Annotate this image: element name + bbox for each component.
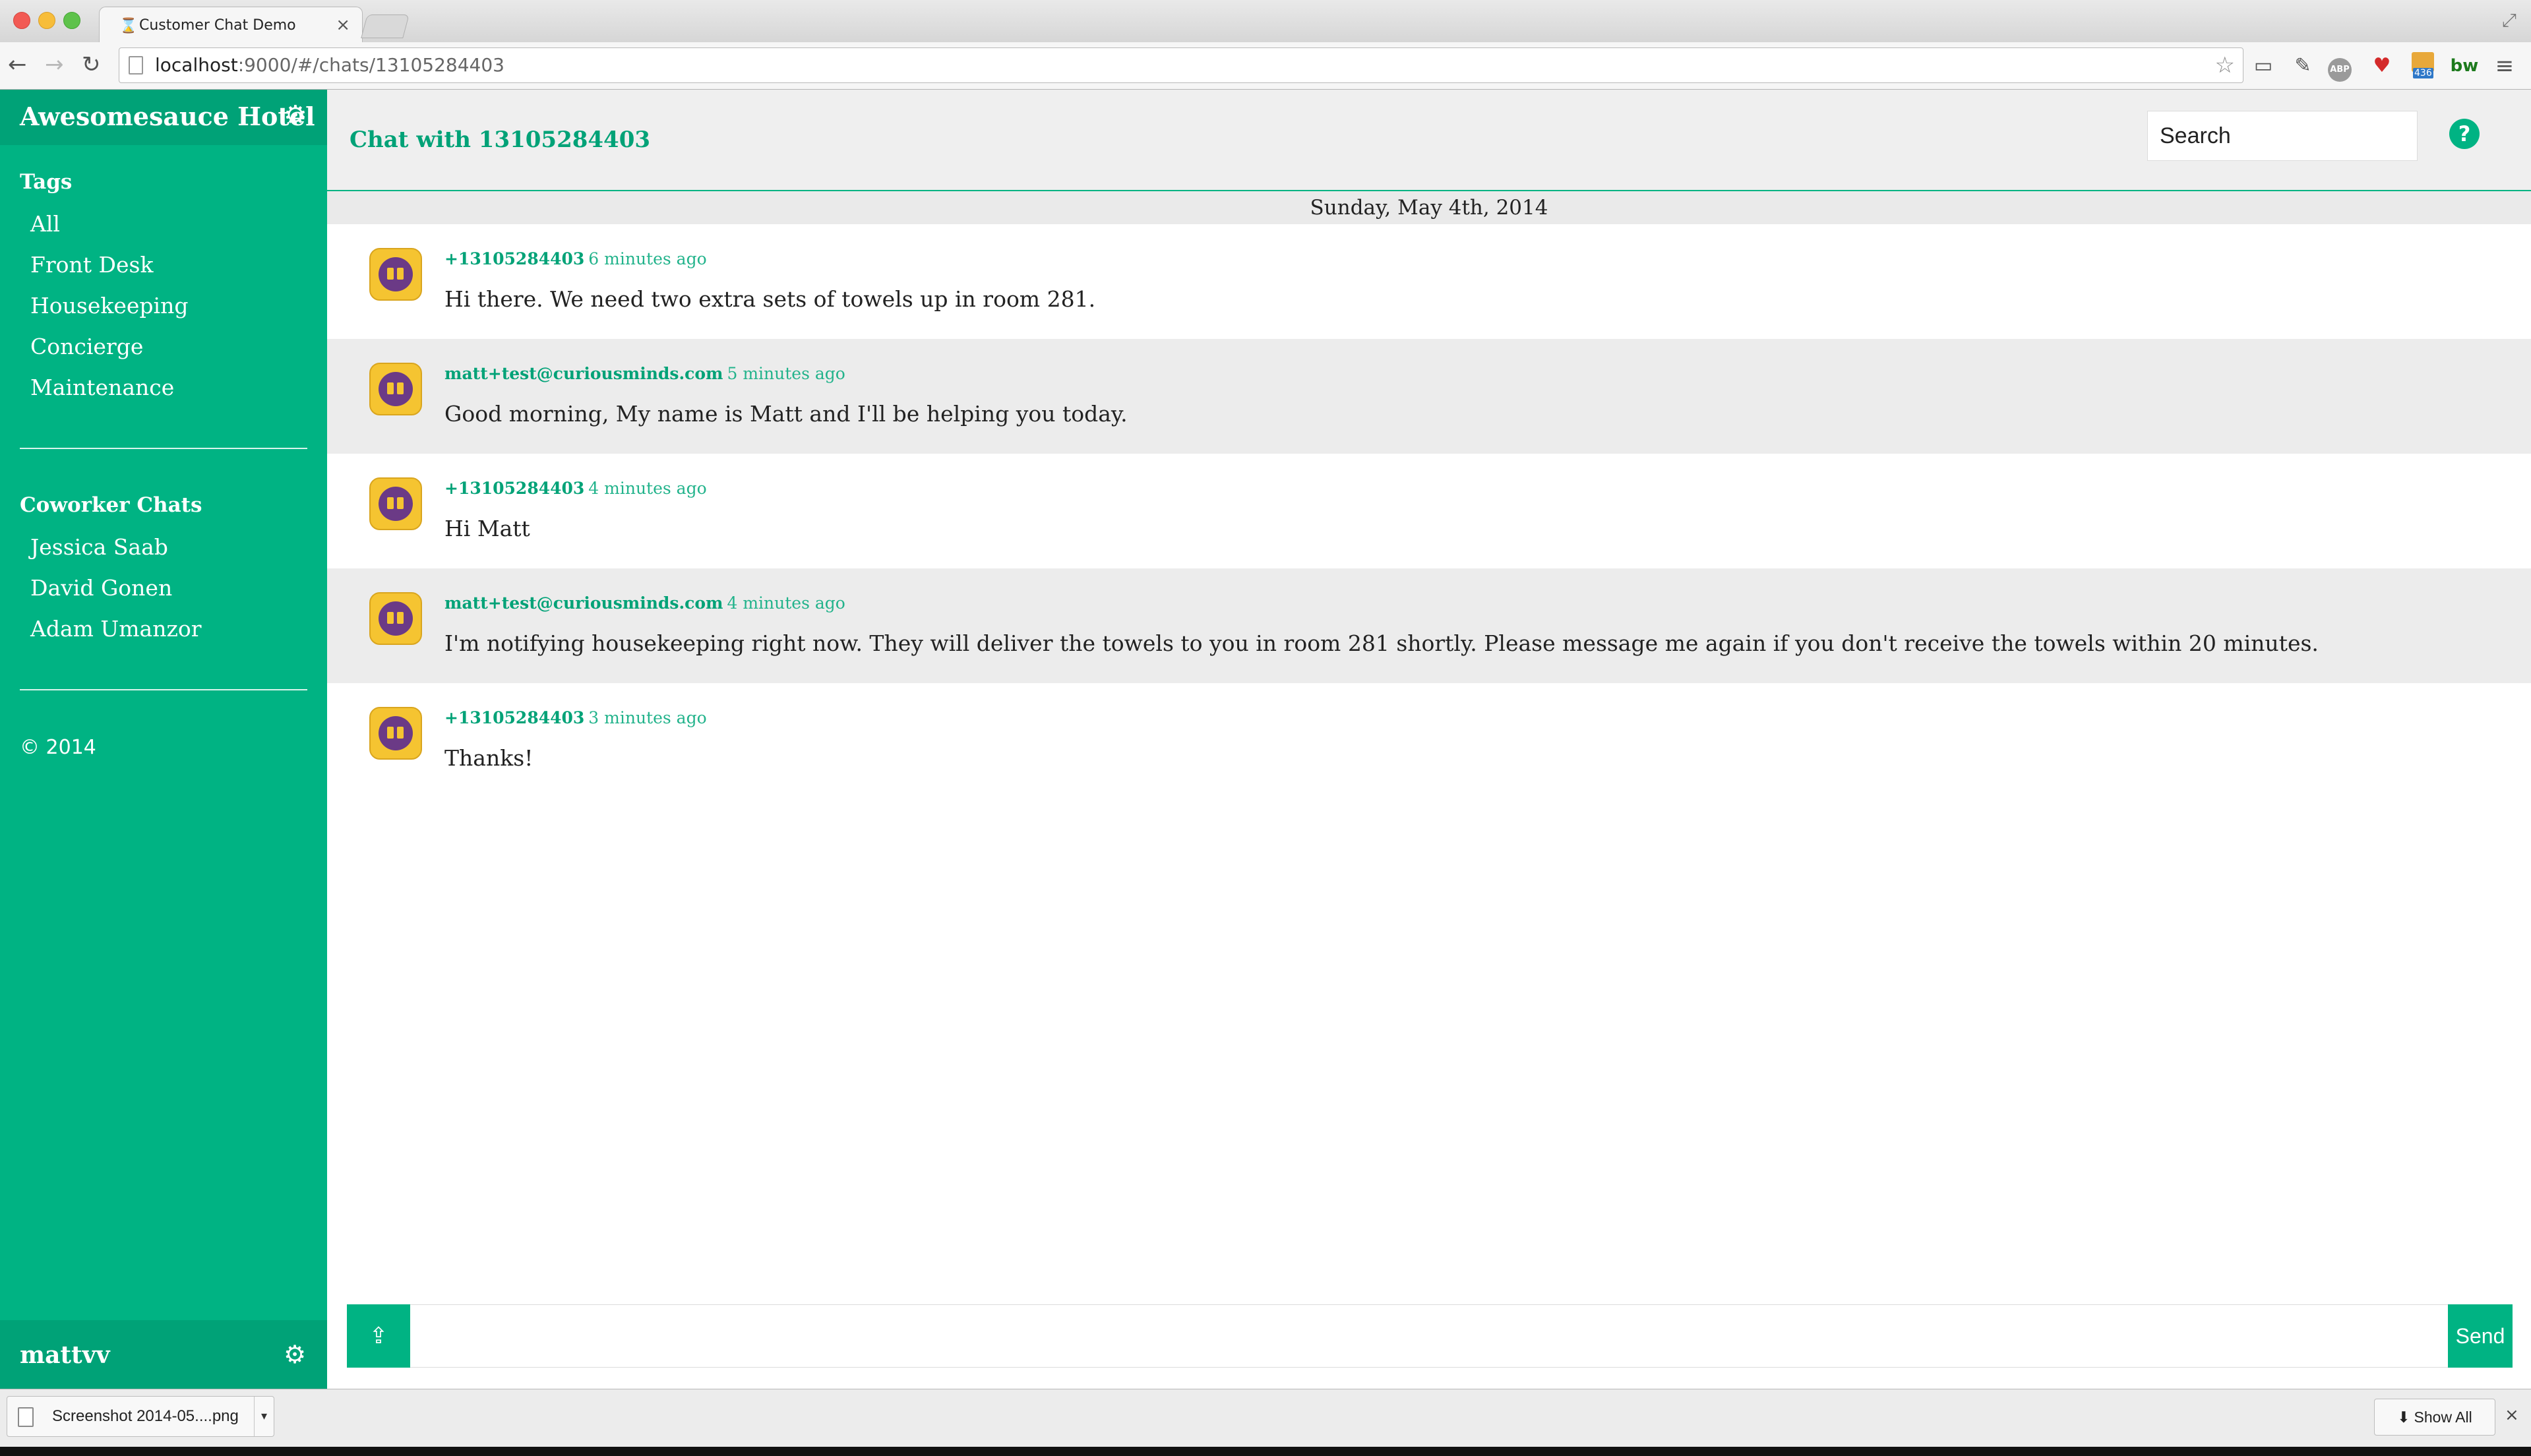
bookmark-star-icon[interactable]: ☆ — [2215, 48, 2235, 82]
message-author[interactable]: matt+test@curiousminds.com 4 minutes ago — [444, 593, 845, 613]
reload-icon[interactable]: ↻ — [82, 51, 101, 78]
message-text: Good morning, My name is Matt and I'll b… — [444, 401, 1128, 427]
tab-close-icon[interactable]: × — [336, 15, 350, 35]
gift-badge: 436 — [2413, 68, 2433, 78]
message-author[interactable]: +13105284403 6 minutes ago — [444, 249, 707, 268]
cast-icon[interactable]: ▭ — [2249, 51, 2278, 80]
show-all-downloads-button[interactable]: ⬇ Show All — [2374, 1399, 2495, 1436]
message-author[interactable]: matt+test@curiousminds.com 5 minutes ago — [444, 364, 845, 383]
sidebar-header: Awesomesauce Hotel ⚙ — [0, 90, 327, 145]
date-divider: Sunday, May 4th, 2014 — [327, 191, 2531, 224]
message-timestamp: 4 minutes ago — [588, 479, 707, 498]
sidebar-footer: mattvv ⚙ — [0, 1320, 327, 1389]
message-item: matt+test@curiousminds.com 5 minutes ago … — [327, 339, 2531, 454]
copyright: © 2014 — [20, 736, 96, 759]
browser-titlebar: ⌛ Customer Chat Demo × ⤢ — [0, 0, 2531, 44]
wrench-icon[interactable]: ✎ — [2288, 51, 2317, 80]
address-url: localhost:9000/#/chats/13105284403 — [155, 54, 504, 76]
brand-gear-icon[interactable]: ⚙ — [284, 100, 307, 131]
menu-icon[interactable]: ≡ — [2490, 51, 2519, 80]
sidebar-item-adam-umanzor[interactable]: Adam Umanzor — [30, 616, 201, 642]
bw-icon[interactable]: bw — [2448, 51, 2481, 80]
help-icon[interactable]: ? — [2449, 119, 2480, 149]
avatar — [369, 592, 422, 645]
window-maximize-button[interactable] — [63, 12, 80, 29]
message-text: Hi there. We need two extra sets of towe… — [444, 286, 1096, 312]
user-settings-gear-icon[interactable]: ⚙ — [284, 1340, 306, 1369]
gift-icon[interactable]: 436 — [2408, 51, 2437, 80]
sidebar-divider — [20, 689, 307, 690]
chat-header: Chat with 13105284403 ? — [327, 90, 2531, 191]
fullscreen-icon[interactable]: ⤢ — [2502, 9, 2516, 32]
tab-favicon-icon: ⌛ — [119, 18, 138, 34]
sidebar-item-front-desk[interactable]: Front Desk — [30, 252, 153, 278]
browser-tab[interactable]: ⌛ Customer Chat Demo × — [99, 7, 363, 44]
message-input[interactable] — [410, 1304, 2448, 1368]
message-item: matt+test@curiousminds.com 4 minutes ago … — [327, 568, 2531, 683]
sidebar-item-david-gonen[interactable]: David Gonen — [30, 575, 172, 601]
sidebar-divider — [20, 448, 307, 449]
avatar — [369, 363, 422, 415]
sidebar-item-jessica-saab[interactable]: Jessica Saab — [30, 534, 168, 560]
browser-toolbar: ← → ↻ localhost:9000/#/chats/13105284403… — [0, 42, 2531, 90]
brand-name[interactable]: Awesomesauce Hotel — [20, 102, 315, 131]
sidebar-item-maintenance[interactable]: Maintenance — [30, 375, 174, 400]
chat-panel: Chat with 13105284403 ? Sunday, May 4th,… — [327, 90, 2531, 1389]
adblock-icon[interactable]: ABP — [2325, 51, 2354, 82]
message-timestamp: 6 minutes ago — [588, 249, 707, 268]
download-file-name: Screenshot 2014-05....png — [52, 1407, 239, 1425]
message-text: Thanks! — [444, 745, 534, 771]
message-text: I'm notifying housekeeping right now. Th… — [444, 630, 2319, 656]
file-icon — [18, 1407, 34, 1427]
sidebar-item-all[interactable]: All — [30, 211, 60, 237]
sidebar-item-concierge[interactable]: Concierge — [30, 334, 143, 359]
window-close-button[interactable] — [13, 12, 30, 29]
forward-arrow-icon[interactable]: → — [45, 51, 64, 78]
message-text: Hi Matt — [444, 516, 530, 541]
send-button[interactable]: Send — [2448, 1304, 2513, 1368]
avatar — [369, 477, 422, 530]
message-item: +13105284403 4 minutes ago Hi Matt — [327, 454, 2531, 568]
search-input[interactable] — [2147, 111, 2418, 161]
upload-icon: ⇪ — [369, 1323, 388, 1349]
message-composer: ⇪ Send — [347, 1304, 2513, 1368]
upload-button[interactable]: ⇪ — [347, 1304, 410, 1368]
message-item: +13105284403 6 minutes ago Hi there. We n… — [327, 224, 2531, 339]
message-item: +13105284403 3 minutes ago Thanks! — [327, 683, 2531, 798]
coworkers-heading: Coworker Chats — [20, 493, 202, 517]
window-minimize-button[interactable] — [38, 12, 55, 29]
address-bar[interactable]: localhost:9000/#/chats/13105284403 ☆ — [119, 47, 2243, 83]
message-timestamp: 4 minutes ago — [727, 593, 845, 613]
message-author[interactable]: +13105284403 3 minutes ago — [444, 708, 707, 727]
page-icon — [129, 56, 143, 75]
sidebar-item-housekeeping[interactable]: Housekeeping — [30, 293, 188, 318]
message-author[interactable]: +13105284403 4 minutes ago — [444, 479, 707, 498]
back-arrow-icon[interactable]: ← — [8, 51, 27, 78]
avatar — [369, 707, 422, 760]
message-timestamp: 3 minutes ago — [588, 708, 707, 727]
sidebar: Awesomesauce Hotel ⚙ Tags All Front Desk… — [0, 90, 327, 1389]
download-item[interactable]: Screenshot 2014-05....png ▾ — [7, 1396, 274, 1437]
close-shelf-icon[interactable]: × — [2505, 1405, 2519, 1425]
page-title: Chat with 13105284403 — [350, 127, 651, 153]
username[interactable]: mattvv — [20, 1341, 110, 1369]
new-tab-button[interactable] — [361, 15, 410, 38]
download-shelf: Screenshot 2014-05....png ▾ ⬇ Show All × — [0, 1389, 2531, 1447]
heart-icon[interactable]: ♥ — [2367, 51, 2396, 80]
download-menu-chevron-icon[interactable]: ▾ — [254, 1397, 274, 1436]
tab-title: Customer Chat Demo — [139, 17, 296, 34]
download-arrow-icon: ⬇ — [2397, 1409, 2410, 1426]
message-timestamp: 5 minutes ago — [727, 364, 845, 383]
screen-bottom-edge — [0, 1447, 2531, 1456]
avatar — [369, 248, 422, 301]
tags-heading: Tags — [20, 170, 73, 194]
